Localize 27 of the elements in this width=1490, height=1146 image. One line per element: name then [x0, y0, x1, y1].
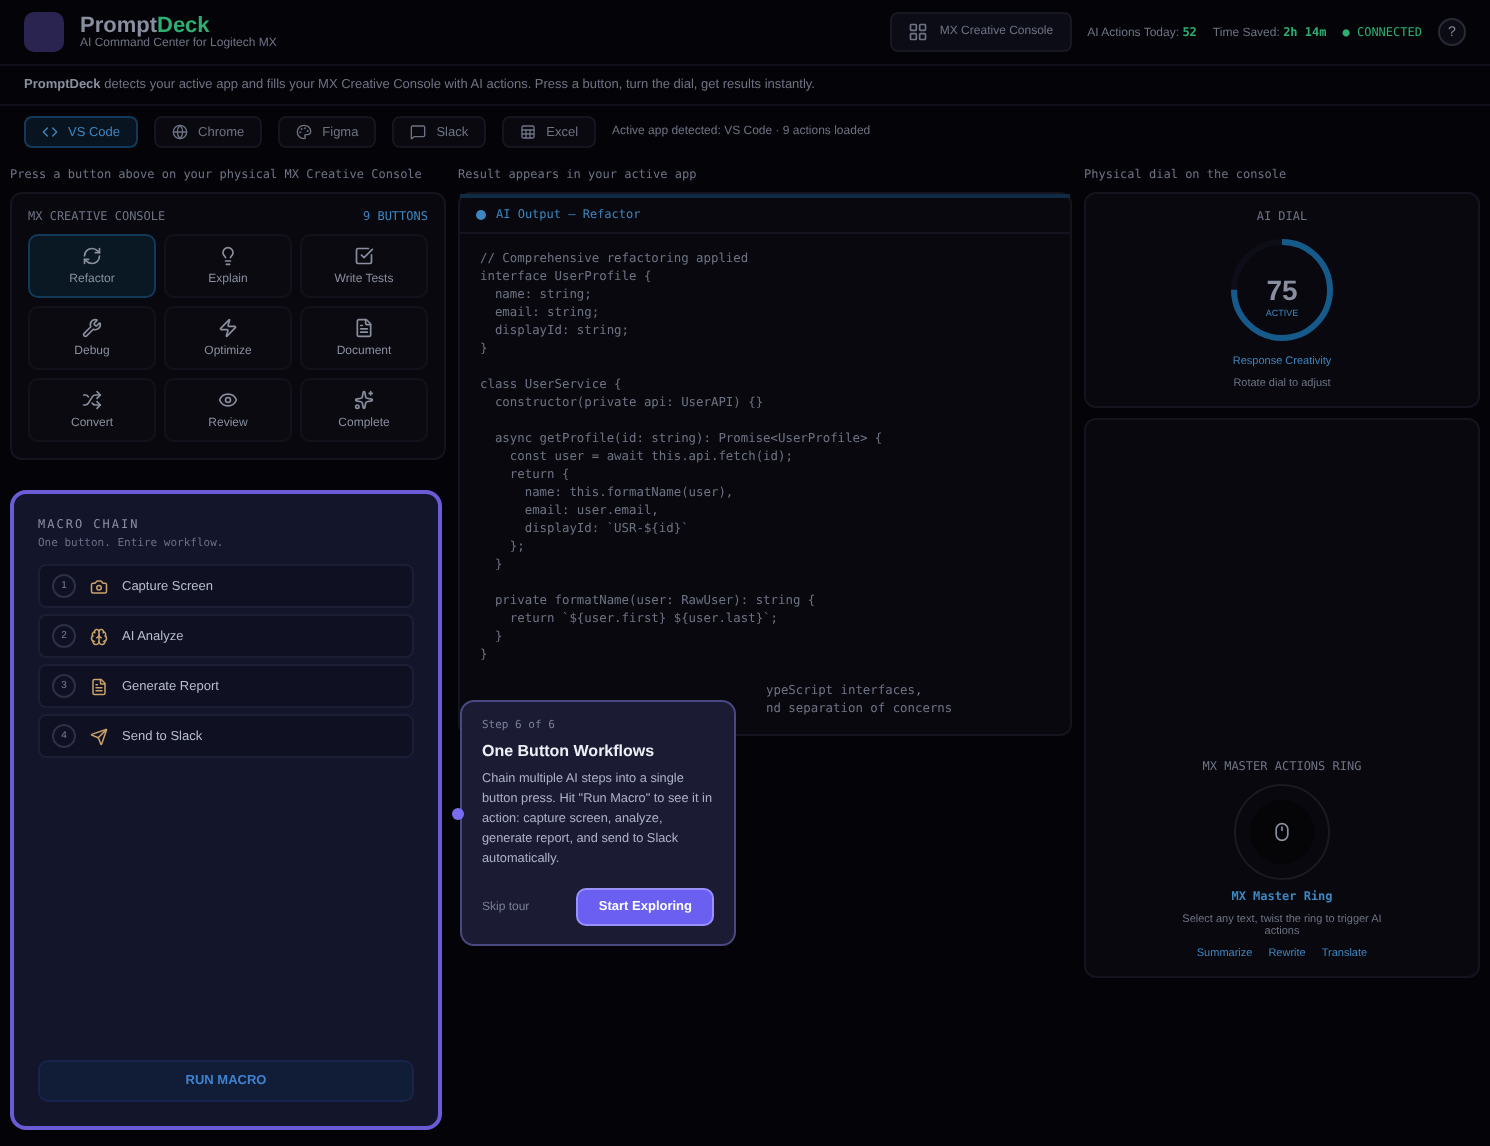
- palette-icon: [296, 124, 313, 140]
- send-icon: [90, 727, 108, 745]
- code-icon: [42, 124, 58, 140]
- console-icon: [907, 22, 928, 42]
- sparkles-icon: [354, 390, 374, 410]
- lightbulb-icon: [218, 246, 238, 266]
- camera-icon: [90, 577, 108, 595]
- ring-drawing: [1234, 784, 1330, 880]
- document-icon: [354, 318, 374, 338]
- app-title: PromptDeck: [80, 14, 211, 38]
- pointer-dot: [452, 808, 464, 820]
- eye-icon: [218, 390, 238, 410]
- checkbox-icon: [354, 246, 374, 266]
- lightning-icon: [218, 318, 238, 338]
- logo-icon: [24, 12, 64, 52]
- shuffle-icon: [82, 390, 102, 410]
- refresh-icon: [82, 246, 102, 266]
- wrench-icon: [82, 318, 102, 338]
- dial-gauge: [1226, 234, 1338, 346]
- tour-title: One Button Workflows: [482, 742, 657, 760]
- status-dot: [476, 210, 486, 220]
- globe-icon: [172, 124, 189, 140]
- spreadsheet-icon: [520, 124, 537, 140]
- document-icon: [90, 677, 108, 695]
- brain-icon: [90, 627, 108, 645]
- chat-icon: [410, 124, 427, 140]
- dial-value: 75: [1266, 274, 1298, 306]
